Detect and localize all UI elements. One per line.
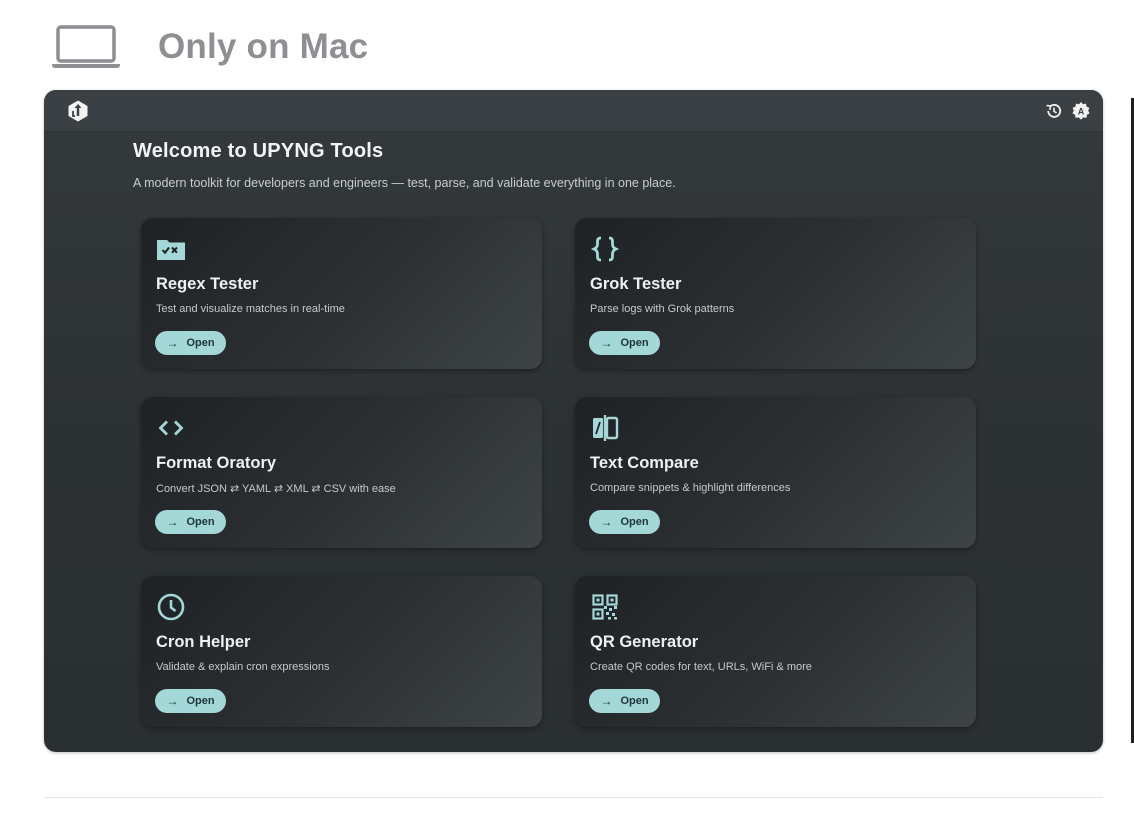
card-description: Compare snippets & highlight differences xyxy=(590,482,791,494)
settings-gear-icon[interactable]: A xyxy=(1071,101,1091,121)
page-title: Welcome to UPYNG Tools xyxy=(133,140,384,162)
open-qr-generator-button[interactable]: → Open xyxy=(589,689,660,713)
platform-label-row: Only on Mac xyxy=(50,22,368,72)
open-format-oratory-button[interactable]: → Open xyxy=(155,510,226,534)
arrow-right-icon: → xyxy=(600,694,613,708)
tool-card-text-compare[interactable]: Text Compare Compare snippets & highligh… xyxy=(575,397,976,548)
tool-card-grok-tester[interactable]: Grok Tester Parse logs with Grok pattern… xyxy=(575,218,976,369)
app-window: A Welcome to UPYNG Tools A modern toolki… xyxy=(44,90,1103,752)
clock-icon xyxy=(157,593,185,621)
braces-icon xyxy=(590,236,620,262)
qr-code-icon xyxy=(592,594,618,620)
card-title: Text Compare xyxy=(590,454,699,472)
button-label: Open xyxy=(620,516,649,528)
arrow-right-icon: → xyxy=(600,515,613,529)
card-title: Regex Tester xyxy=(156,275,259,293)
card-description: Validate & explain cron expressions xyxy=(156,661,330,673)
laptop-icon xyxy=(52,25,120,68)
open-regex-tester-button[interactable]: → Open xyxy=(155,331,226,355)
card-title: Grok Tester xyxy=(590,275,682,293)
tool-card-cron-helper[interactable]: Cron Helper Validate & explain cron expr… xyxy=(141,576,542,727)
card-description: Parse logs with Grok patterns xyxy=(590,303,735,315)
page-subtitle: A modern toolkit for developers and engi… xyxy=(133,176,676,190)
button-label: Open xyxy=(620,337,649,349)
code-brackets-icon xyxy=(158,420,184,436)
arrow-right-icon: → xyxy=(166,515,179,529)
card-title: Cron Helper xyxy=(156,633,251,651)
titlebar: A xyxy=(44,90,1103,132)
card-description: Test and visualize matches in real-time xyxy=(156,303,345,315)
card-description: Convert JSON ⇄ YAML ⇄ XML ⇄ CSV with eas… xyxy=(156,483,396,495)
tool-card-qr-generator[interactable]: QR Generator Create QR codes for text, U… xyxy=(575,576,976,727)
button-label: Open xyxy=(186,516,215,528)
open-grok-tester-button[interactable]: → Open xyxy=(589,331,660,355)
tool-card-format-oratory[interactable]: Format Oratory Convert JSON ⇄ YAML ⇄ XML… xyxy=(141,397,542,548)
open-cron-helper-button[interactable]: → Open xyxy=(155,689,226,713)
tool-card-regex-tester[interactable]: Regex Tester Test and visualize matches … xyxy=(141,218,542,369)
open-text-compare-button[interactable]: → Open xyxy=(589,510,660,534)
platform-label: Only on Mac xyxy=(158,27,369,66)
section-divider xyxy=(44,797,1103,798)
svg-text:A: A xyxy=(1078,106,1085,116)
arrow-right-icon: → xyxy=(600,336,613,350)
card-title: QR Generator xyxy=(590,633,699,651)
button-label: Open xyxy=(620,695,649,707)
arrow-right-icon: → xyxy=(166,694,179,708)
upyng-logo-icon[interactable] xyxy=(66,99,90,123)
card-title: Format Oratory xyxy=(156,454,277,472)
history-icon[interactable] xyxy=(1045,102,1063,120)
button-label: Open xyxy=(186,337,215,349)
arrow-right-icon: → xyxy=(166,336,179,350)
button-label: Open xyxy=(186,695,215,707)
compare-icon xyxy=(593,415,619,441)
card-description: Create QR codes for text, URLs, WiFi & m… xyxy=(590,661,812,673)
regex-folder-icon xyxy=(157,240,185,260)
